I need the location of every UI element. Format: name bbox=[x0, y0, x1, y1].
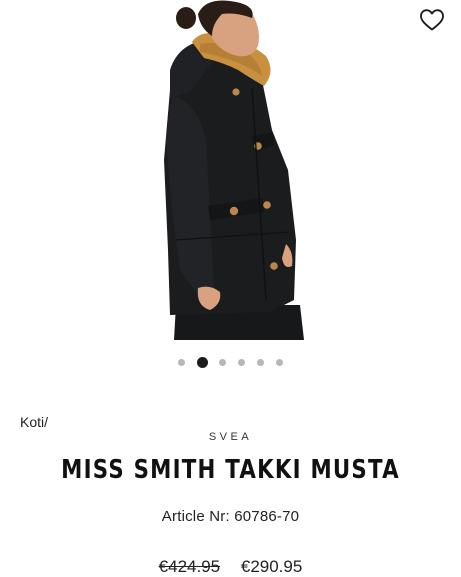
old-price: €424.95 bbox=[158, 557, 221, 576]
carousel-dot[interactable] bbox=[178, 359, 185, 366]
carousel-dot[interactable] bbox=[276, 359, 283, 366]
sale-price: €290.95 bbox=[240, 557, 303, 576]
carousel-dot[interactable] bbox=[257, 359, 264, 366]
price-block: €424.95 €290.95 bbox=[0, 557, 461, 577]
carousel-dot[interactable] bbox=[219, 359, 226, 366]
carousel-dot-active[interactable] bbox=[197, 357, 208, 368]
carousel-dot[interactable] bbox=[238, 359, 245, 366]
coat-illustration bbox=[164, 0, 304, 340]
article-number: Article Nr: 60786-70 bbox=[161, 508, 300, 525]
brand-name: SVEA bbox=[208, 431, 253, 443]
product-title: MISS SMITH TAKKI MUSTA bbox=[61, 455, 400, 485]
wishlist-button[interactable] bbox=[419, 8, 445, 32]
heart-outline-icon bbox=[420, 9, 444, 31]
product-image[interactable] bbox=[0, 0, 461, 345]
carousel-dots bbox=[0, 356, 461, 368]
breadcrumb-home-link[interactable]: Koti/ bbox=[20, 414, 48, 430]
